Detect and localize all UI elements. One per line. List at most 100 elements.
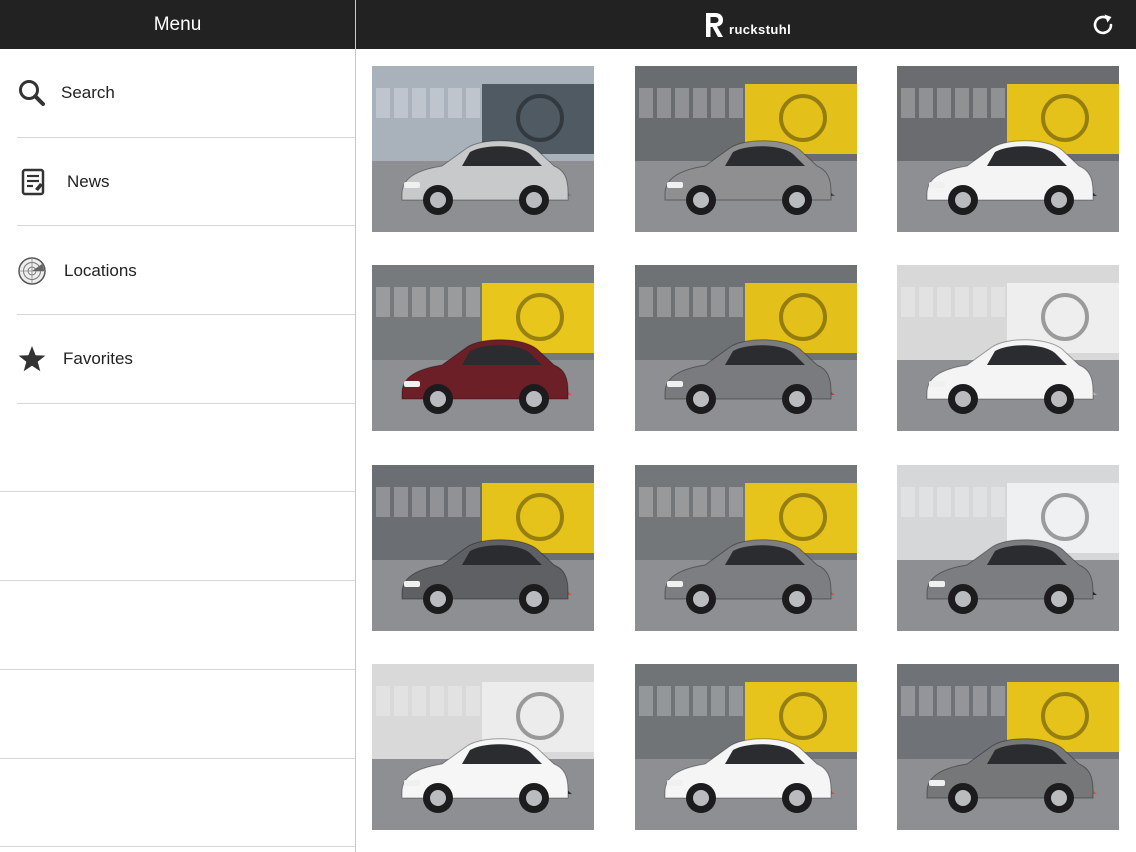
- window-pane: [729, 686, 743, 716]
- refresh-icon[interactable]: [1090, 12, 1116, 38]
- news-icon: [19, 167, 49, 197]
- window-pane: [711, 487, 725, 517]
- window-pane: [729, 88, 743, 118]
- window-pane: [991, 686, 1005, 716]
- vehicle-photo-tile[interactable]: [897, 66, 1119, 232]
- car-headlight: [929, 780, 945, 786]
- car-photo-image: [897, 664, 1119, 830]
- car-hubcap: [955, 591, 971, 607]
- vehicle-photo-tile[interactable]: [372, 465, 594, 631]
- car-headlight: [667, 581, 683, 587]
- car-hubcap: [955, 391, 971, 407]
- search-icon: [17, 78, 47, 108]
- top-bar: ruckstuhl: [356, 0, 1136, 49]
- car-headlight: [667, 381, 683, 387]
- menu-item-label: News: [67, 172, 110, 192]
- window-pane: [937, 487, 951, 517]
- menu-list: Search News Locations Favorites: [0, 49, 355, 847]
- menu-item-locations[interactable]: Locations: [0, 226, 355, 315]
- window-pane: [430, 686, 444, 716]
- empty-menu-row: [0, 670, 355, 759]
- window-pane: [919, 287, 933, 317]
- vehicle-photo-tile[interactable]: [372, 265, 594, 431]
- car-hubcap: [1051, 591, 1067, 607]
- vehicle-gallery: [356, 49, 1136, 852]
- empty-menu-row: [0, 404, 355, 493]
- window-pane: [430, 287, 444, 317]
- car-headlight: [929, 381, 945, 387]
- window-pane: [955, 686, 969, 716]
- car-hubcap: [955, 192, 971, 208]
- vehicle-photo-tile[interactable]: [635, 465, 857, 631]
- window-pane: [675, 686, 689, 716]
- car-hubcap: [693, 591, 709, 607]
- window-pane: [729, 287, 743, 317]
- window-pane: [639, 88, 653, 118]
- window-pane: [955, 88, 969, 118]
- car-hubcap: [430, 591, 446, 607]
- vehicle-photo-tile[interactable]: [897, 664, 1119, 830]
- radar-icon: [17, 256, 47, 286]
- car-photo-image: [635, 265, 857, 431]
- car-hubcap: [789, 591, 805, 607]
- window-pane: [376, 487, 390, 517]
- sidebar-title: Menu: [153, 13, 202, 35]
- car-photo-image: [897, 465, 1119, 631]
- window-pane: [901, 686, 915, 716]
- window-pane: [711, 88, 725, 118]
- car-photo-image: [372, 66, 594, 232]
- vehicle-photo-tile[interactable]: [635, 664, 857, 830]
- car-headlight: [667, 182, 683, 188]
- window-pane: [729, 487, 743, 517]
- car-hubcap: [693, 790, 709, 806]
- window-pane: [394, 88, 408, 118]
- car-hubcap: [1051, 192, 1067, 208]
- app-window: Menu Search News Locations Favorites ruc…: [0, 0, 1136, 852]
- window-pane: [919, 487, 933, 517]
- vehicle-photo-tile[interactable]: [372, 664, 594, 830]
- vehicle-photo-tile[interactable]: [897, 465, 1119, 631]
- window-pane: [675, 88, 689, 118]
- vehicle-photo-tile[interactable]: [635, 265, 857, 431]
- window-pane: [639, 686, 653, 716]
- window-pane: [657, 287, 671, 317]
- empty-menu-row: [0, 759, 355, 848]
- menu-item-search[interactable]: Search: [0, 49, 355, 138]
- window-pane: [991, 88, 1005, 118]
- window-pane: [376, 686, 390, 716]
- window-pane: [901, 487, 915, 517]
- car-headlight: [404, 581, 420, 587]
- window-pane: [430, 88, 444, 118]
- vehicle-photo-tile[interactable]: [635, 66, 857, 232]
- star-icon: [17, 344, 47, 374]
- menu-item-favorites[interactable]: Favorites: [0, 315, 355, 404]
- car-photo-image: [635, 66, 857, 232]
- car-hubcap: [1051, 790, 1067, 806]
- menu-item-label: Search: [61, 83, 115, 103]
- window-pane: [991, 287, 1005, 317]
- menu-item-news[interactable]: News: [0, 138, 355, 227]
- brand-logo: ruckstuhl: [704, 9, 791, 39]
- car-photo-image: [635, 664, 857, 830]
- window-pane: [657, 487, 671, 517]
- window-pane: [693, 686, 707, 716]
- vehicle-photo-tile[interactable]: [897, 265, 1119, 431]
- window-pane: [448, 487, 462, 517]
- vehicle-photo-tile[interactable]: [372, 66, 594, 232]
- window-pane: [675, 487, 689, 517]
- window-pane: [711, 287, 725, 317]
- window-pane: [412, 686, 426, 716]
- window-pane: [430, 487, 444, 517]
- car-hubcap: [789, 192, 805, 208]
- car-headlight: [404, 780, 420, 786]
- car-headlight: [404, 182, 420, 188]
- window-pane: [466, 88, 480, 118]
- car-hubcap: [693, 192, 709, 208]
- window-pane: [394, 487, 408, 517]
- window-pane: [919, 88, 933, 118]
- window-pane: [937, 686, 951, 716]
- car-hubcap: [526, 790, 542, 806]
- window-pane: [973, 287, 987, 317]
- window-pane: [937, 287, 951, 317]
- window-pane: [675, 287, 689, 317]
